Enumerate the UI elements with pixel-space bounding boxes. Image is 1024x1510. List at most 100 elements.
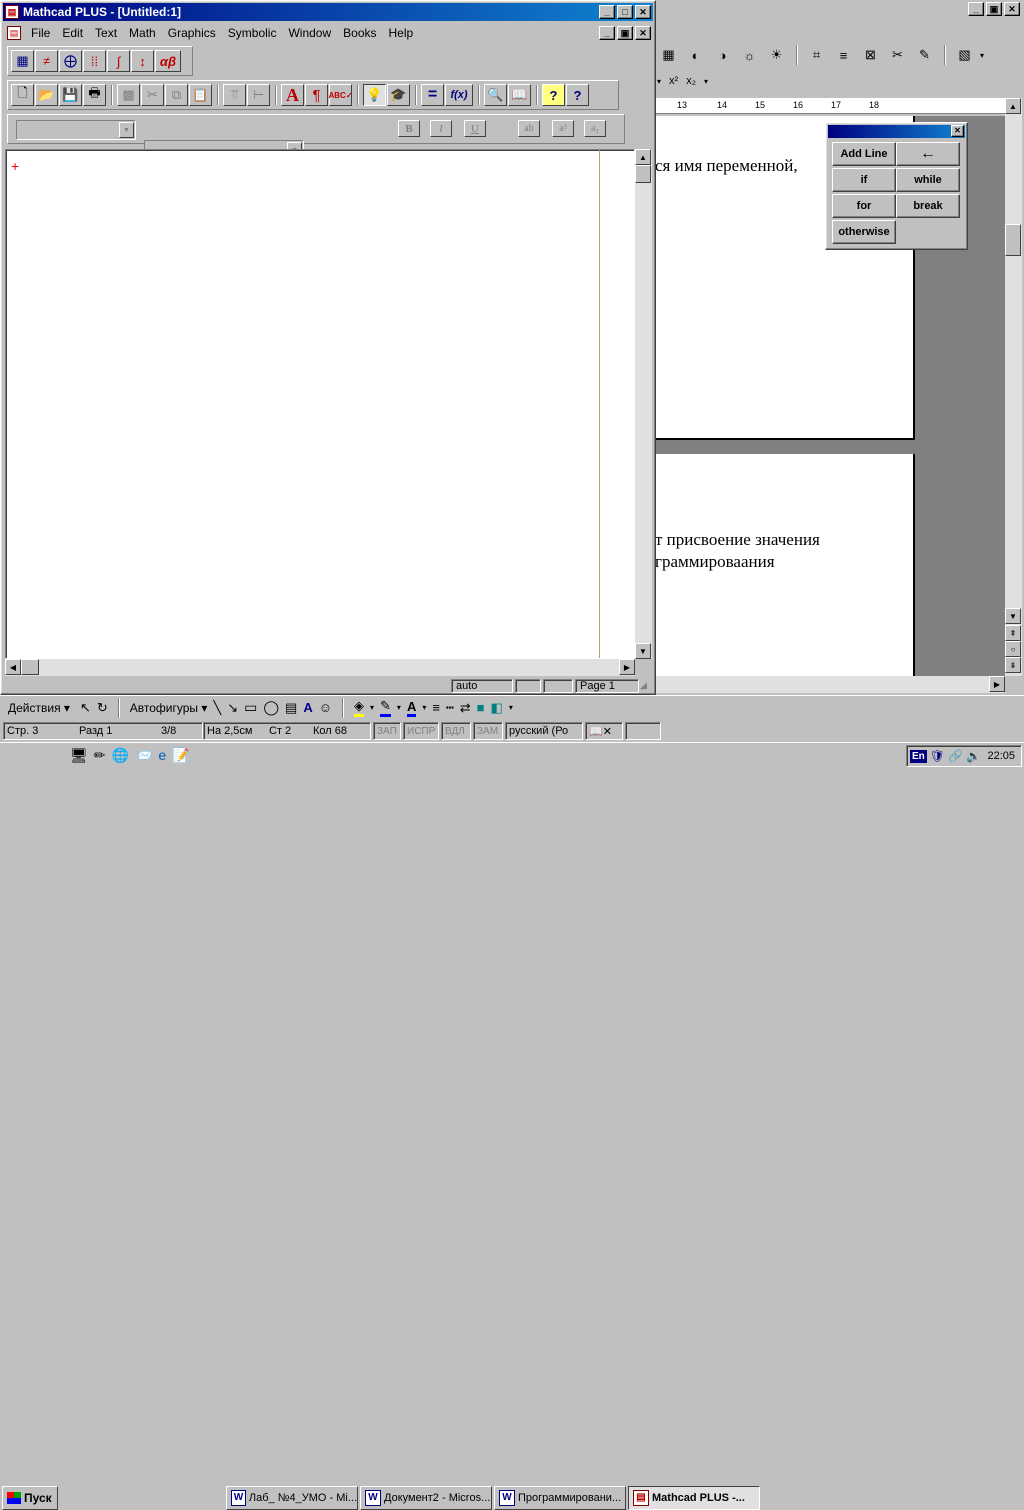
scroll-right-icon[interactable]: ▶ [619,659,635,675]
ie-icon[interactable]: e [158,747,166,764]
spellcheck-icon[interactable]: ABC✓ [328,84,353,106]
bold-button[interactable]: B [398,120,420,137]
scroll-down-icon[interactable]: ▼ [1005,608,1021,624]
task-mathcad[interactable]: ▤ Mathcad PLUS -... [628,1486,760,1510]
sun-icon[interactable]: ☼ [738,44,761,66]
copy-icon[interactable]: ⧉ [165,84,188,106]
spelling-status-icon[interactable]: 📖✕ [585,722,623,740]
add-line-button[interactable]: Add Line [832,142,896,166]
line-style-icon[interactable]: ≡ [432,700,440,715]
if-button[interactable]: if [832,168,896,192]
superscript-button[interactable]: x² [669,75,678,87]
arrow-icon[interactable]: ↘ [227,700,238,716]
lines-icon[interactable]: ≡ [832,44,855,66]
start-button[interactable]: Пуск [2,1486,58,1510]
text-region-icon[interactable]: A [281,84,304,106]
doc-close-icon[interactable]: ✕ [635,26,651,40]
close-icon[interactable]: ✕ [951,125,964,137]
browse-object-icon[interactable]: ○ [1005,641,1021,657]
volume-icon[interactable]: 🔊 [966,749,981,763]
programming-icon[interactable]: ↕ [131,50,154,72]
greek-icon[interactable]: αβ [155,50,181,72]
paste-icon[interactable]: 📋 [189,84,212,106]
underline-button[interactable]: U [464,120,486,137]
scroll-up-icon[interactable]: ▲ [635,149,651,165]
calculator-icon[interactable]: ▦ [11,50,34,72]
calculus-icon[interactable]: ∫ [107,50,130,72]
status-trk[interactable]: ИСПР [403,722,439,740]
next-page-icon[interactable]: ⇟ [1005,657,1021,673]
menu-edit[interactable]: Edit [56,26,89,40]
desktop-icon[interactable]: 🖥 [70,747,88,764]
menu-books[interactable]: Books [337,26,382,40]
image-icon[interactable]: ▧ [953,44,976,66]
check-icon[interactable]: ▩ [117,84,140,106]
mathcad-vscroll[interactable]: ▲ ▼ [635,149,652,659]
menu-file[interactable]: File [25,26,56,40]
align-top-icon[interactable]: ⫪ [223,84,246,106]
menu-window[interactable]: Window [282,26,337,40]
close-icon[interactable]: ✕ [1004,2,1020,16]
otherwise-button[interactable]: otherwise [832,220,896,244]
cut-icon[interactable]: ✂ [141,84,164,106]
3d-icon[interactable]: ◧ [491,700,503,716]
tutor-icon[interactable]: 🎓 [387,84,410,106]
scroll-left-icon[interactable]: ◀ [5,659,21,675]
select-arrow-icon[interactable]: ↖ [80,700,91,716]
mathcad-hscroll[interactable]: ◀ ▶ [5,659,635,676]
task-document2[interactable]: W Документ2 - Micros... [360,1486,492,1510]
maximize-icon[interactable]: □ [617,5,633,19]
subscript-ab-button[interactable]: ab [518,120,540,137]
equals-icon[interactable]: = [421,84,444,106]
worksheet[interactable]: + [5,149,635,659]
shadow-icon[interactable]: ■ [477,700,485,715]
clipart-icon[interactable]: ☺ [319,700,332,715]
palette-titlebar[interactable]: ✕ [828,125,965,138]
textbox-icon[interactable]: ▤ [285,700,297,716]
pen-icon[interactable]: ✎ [913,44,936,66]
graph-icon[interactable]: ⨁ [59,50,82,72]
style-combo[interactable]: ▼ [16,120,136,140]
contrast-icon[interactable]: ☀ [765,44,788,66]
fill-color-icon[interactable]: ◈ [354,698,364,717]
local-assign-button[interactable]: ← [896,142,960,166]
hscroll-thumb[interactable] [21,659,39,675]
function-icon[interactable]: f(x) [445,84,473,106]
menu-graphics[interactable]: Graphics [162,26,222,40]
chevron-down-icon[interactable]: ▼ [119,122,134,138]
scroll-right-icon[interactable]: ▶ [989,676,1005,692]
line-color-icon[interactable]: ✎ [380,698,391,717]
network-icon[interactable]: 🌐 [112,747,129,764]
border-icon[interactable]: ▦ [657,44,680,66]
superscript-button[interactable]: a² [552,120,574,137]
status-rec[interactable]: ЗАП [373,722,401,740]
menu-symbolic[interactable]: Symbolic [222,26,283,40]
doc-icon[interactable]: ▤ [7,26,21,40]
scroll-thumb[interactable] [635,165,651,183]
network-tray-icon[interactable]: 🔗 [948,749,963,763]
status-ovr[interactable]: ЗАМ [473,722,503,740]
menu-help[interactable]: Help [383,26,420,40]
save-icon[interactable]: 💾 [59,84,82,106]
line-icon[interactable]: ╲ [213,700,221,716]
task-lab[interactable]: W Лаб_ №4_УМО - Mi... [226,1486,358,1510]
prev-page-icon[interactable]: ⇞ [1005,625,1021,641]
while-button[interactable]: while [896,168,960,192]
pen-icon[interactable]: ✏ [94,747,106,764]
wrap-icon[interactable]: ✂ [886,44,909,66]
word-hscroll[interactable]: ▶ [655,676,1005,693]
paragraph-icon[interactable]: ¶ [305,84,328,106]
menu-text[interactable]: Text [89,26,123,40]
circle-icon[interactable]: ◑ [711,44,734,66]
subscript-button[interactable]: x₂ [686,75,696,87]
dash-style-icon[interactable]: ┅ [446,700,454,716]
doc-minimize-icon[interactable]: _ [599,26,615,40]
status-ext[interactable]: ВДЛ [441,722,471,740]
task-programming[interactable]: W Программировани... [494,1486,626,1510]
minimize-icon[interactable]: _ [599,5,615,19]
close-icon[interactable]: ✕ [635,5,651,19]
language-indicator[interactable]: En [910,749,927,763]
shading-icon[interactable]: ◐ [684,44,707,66]
italic-button[interactable]: I [430,120,452,137]
help-icon[interactable]: ? [566,84,589,106]
